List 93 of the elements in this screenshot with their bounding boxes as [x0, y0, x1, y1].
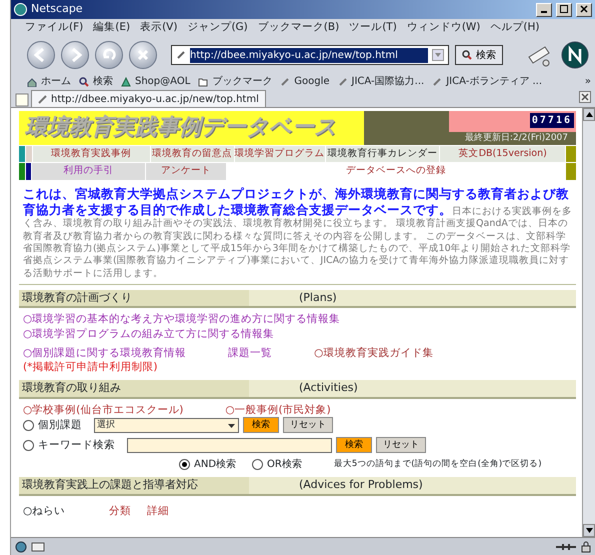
radio-label: キーワード検索	[38, 438, 115, 453]
radio-button[interactable]	[23, 440, 34, 451]
text-link[interactable]: ○環境学習プログラムの組み立て方に関する情報集	[23, 327, 274, 342]
bookmark-link[interactable]: ブックマーク	[198, 74, 272, 89]
site-title: 環境教育実践事例データベース	[19, 111, 364, 145]
section-subtitle: (Activities)	[298, 380, 359, 396]
menu-item[interactable]: 編集(E)	[93, 20, 130, 36]
menu-item[interactable]: ジャンプ(G)	[187, 20, 248, 36]
folder-icon	[198, 76, 208, 86]
dropdown-icon[interactable]	[432, 49, 444, 61]
close-button[interactable]	[576, 2, 592, 16]
more-bookmarks-button[interactable]: »	[584, 74, 595, 89]
minimize-button[interactable]	[536, 2, 552, 16]
nav-link[interactable]: 環境学習プログラム	[234, 146, 325, 162]
menu-item[interactable]: ツール(T)	[349, 20, 397, 36]
maximize-icon	[560, 5, 568, 14]
accent-bar	[566, 146, 576, 162]
reload-icon	[102, 46, 116, 63]
menu-item[interactable]: 表示(V)	[140, 20, 178, 36]
lock-icon	[581, 540, 591, 552]
search-button[interactable]: 検索	[336, 437, 372, 454]
globe-icon[interactable]	[15, 540, 27, 552]
section-subtitle: (Plans)	[298, 290, 338, 306]
menu-item[interactable]: ブックマーク(B)	[258, 20, 340, 36]
bookmark-icon	[280, 76, 290, 86]
accent-bar	[566, 163, 576, 180]
bookmark-link[interactable]: 検索	[79, 74, 113, 89]
keyword-field[interactable]	[127, 438, 332, 453]
radio-option[interactable]: AND検索	[179, 457, 236, 472]
text-link[interactable]: ○個別課題に関する環境教育情報	[23, 346, 186, 360]
reload-button[interactable]	[95, 41, 123, 69]
section-title: 環境教育の取り組み	[19, 380, 249, 397]
stop-button[interactable]	[129, 41, 157, 69]
bookmark-icon	[338, 76, 348, 86]
text-link[interactable]: (*掲載許可申請中利用制限)	[23, 360, 158, 376]
address-field[interactable]: http://dbee.miyakyo-u.ac.jp/new/top.html	[171, 45, 449, 65]
browser-tab[interactable]: http://dbee.miyakyo-u.ac.jp/new/top.html	[31, 90, 266, 107]
connection-icon	[555, 542, 577, 552]
text-link[interactable]: 詳細	[147, 504, 169, 519]
bookmark-icon	[432, 76, 442, 86]
bookmark-link[interactable]: JICA-ボランティア ...	[432, 74, 542, 89]
logo-icon[interactable]	[561, 41, 589, 69]
text-link[interactable]: 課題一覧	[228, 346, 272, 360]
bookmark-link[interactable]: Google	[280, 74, 330, 89]
radio-button[interactable]	[23, 420, 34, 431]
nav-link[interactable]: 英文DB(15version)	[440, 146, 566, 162]
section-title: 環境教育の計画づくり	[19, 290, 249, 306]
update-date: 最終更新日:2/2(Fri)2007	[449, 132, 576, 145]
mail-icon[interactable]	[31, 540, 45, 552]
visit-counter: 07716	[530, 113, 574, 128]
nav-link[interactable]: アンケート	[146, 163, 226, 180]
bookmark-link[interactable]: Shop@AOL	[121, 74, 190, 89]
radio-option[interactable]: OR検索	[252, 457, 302, 472]
scroll-down-button[interactable]	[583, 524, 595, 537]
search-button[interactable]: 検索	[243, 417, 279, 434]
text-link[interactable]: ○学校事例(仙台市エコスクール)	[23, 402, 184, 418]
radio-label: 個別課題	[38, 418, 82, 433]
search-icon	[79, 76, 89, 86]
close-icon	[580, 5, 588, 14]
app-icon	[14, 3, 27, 16]
text-link[interactable]: ○環境学習の基本的な考え方や環境学習の進め方に関する情報集	[23, 312, 340, 328]
home-icon	[27, 76, 37, 86]
up-arrow-icon	[586, 112, 592, 117]
maximize-button[interactable]	[556, 2, 572, 16]
scroll-up-button[interactable]	[583, 108, 595, 121]
section-title: 環境教育実践上の課題と指導者対応	[19, 477, 249, 494]
section-subtitle: (Advices for Problems)	[298, 477, 424, 494]
item-label: ○ねらい	[23, 504, 66, 519]
reset-button[interactable]: リセット	[283, 417, 333, 434]
close-tab-icon[interactable]	[579, 91, 591, 103]
menu-item[interactable]: ファイル(F)	[25, 20, 84, 36]
nav-link[interactable]: 環境教育の留意点	[150, 146, 234, 162]
bookmark-link[interactable]: JICA-国際協力...	[338, 74, 424, 89]
window-title: Netscape	[31, 1, 84, 18]
text-link[interactable]: ○環境教育実践ガイド集	[314, 346, 434, 360]
nav-link[interactable]: 利用の手引	[32, 163, 145, 180]
forward-button[interactable]	[61, 41, 89, 69]
nav-link[interactable]: 環境教育行事カレンダー	[326, 146, 440, 162]
text-link[interactable]: 分類	[109, 504, 131, 519]
reset-button[interactable]: リセット	[376, 437, 426, 454]
bookmark-link[interactable]: ホーム	[27, 74, 71, 89]
nav-link[interactable]: 環境教育実践事例	[32, 146, 150, 162]
menu-item[interactable]: ウィンドウ(W)	[406, 20, 480, 36]
search-icon	[462, 50, 472, 60]
search-button[interactable]: 検索	[455, 45, 503, 65]
select-field[interactable]: 選択	[94, 418, 239, 433]
search-hint: 最大5つの語句まで(語句の間を空白(全角)で区切る)	[334, 458, 542, 472]
text-link[interactable]: ○一般事例(市民対象)	[225, 402, 331, 418]
back-button[interactable]	[27, 41, 55, 69]
menu-item[interactable]: ヘルプ(H)	[490, 20, 540, 36]
intro-paragraph: これは、宮城教育大学拠点システムプロジェクトが、海外環境教育に関与する教育者および教育協力者を支援する目的で作成した環境教育総合支援データベースです。日本における実践事例を多く含み、環境教育の取り組み計画やその実践法、環境教育教材開発に役立ちます。 環境教育計画支援QandAでは、日本の教育者及び教育協力者からの教育実践に関わる様々な質問に答えその内容を公開します。 このデータベースは、文部科学省国際教育協力(拠点システム)事業として平成15年から3年間をかけて構築したもので、平成10年より開始された文部科学省拠点システム事業(国際教育協力イニシアティブ)事業において、JICAの協力を受けて青年海外協力隊派遣現職教員に対する活動サポートに活用します。	[19, 186, 576, 285]
down-arrow-icon	[586, 528, 592, 533]
tab-icon[interactable]	[15, 93, 29, 107]
